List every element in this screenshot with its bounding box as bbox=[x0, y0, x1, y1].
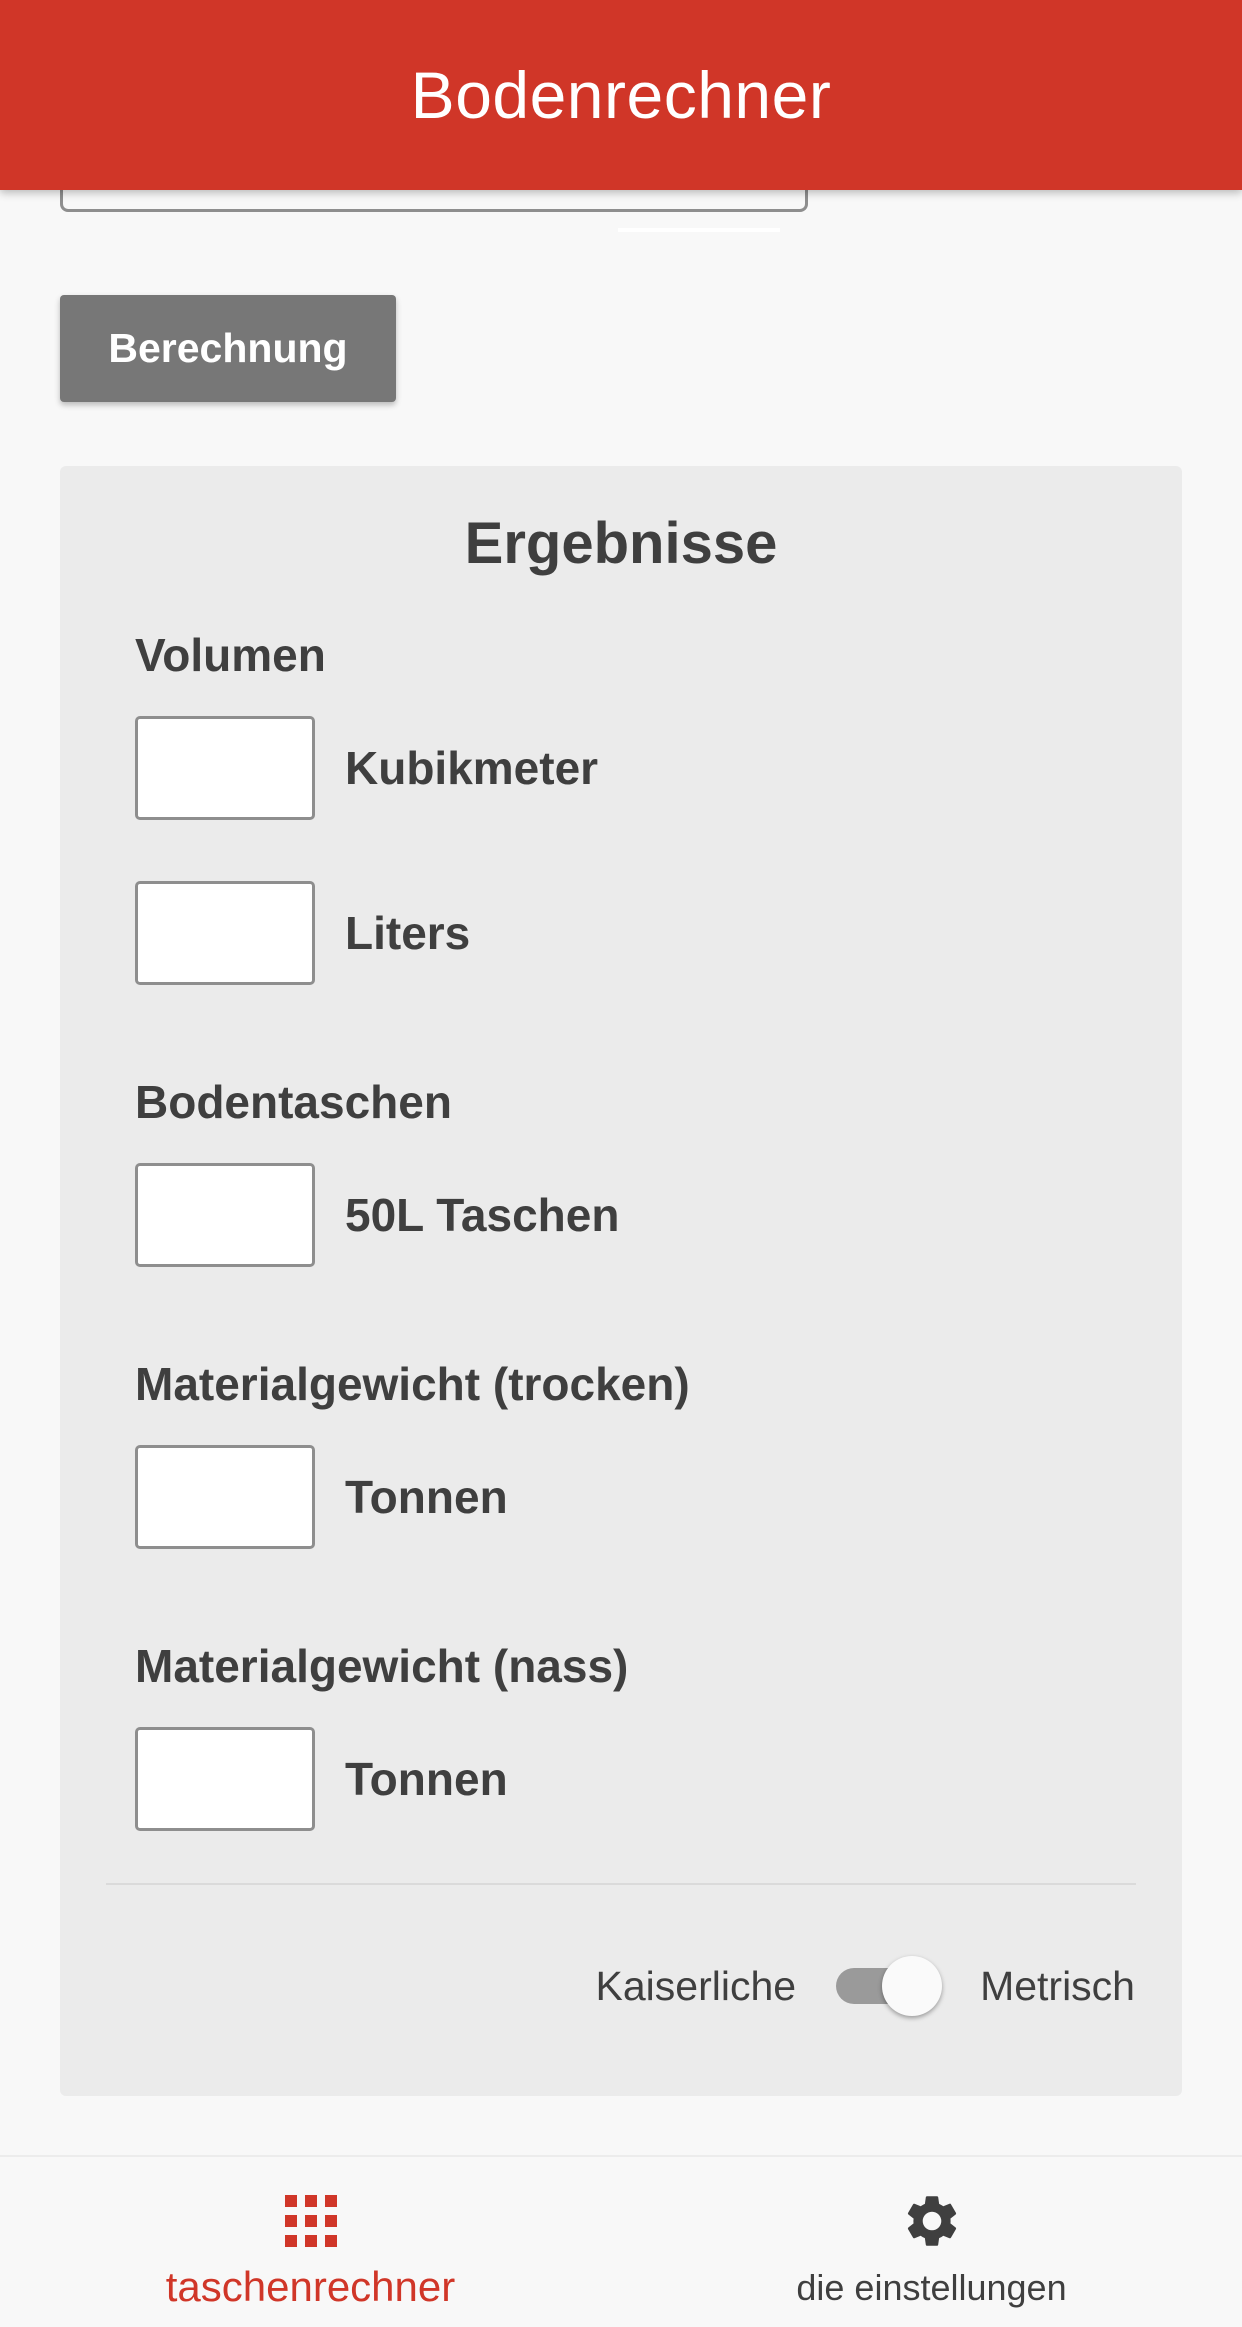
results-title: Ergebnisse bbox=[464, 511, 778, 576]
cubic-meters-output bbox=[135, 716, 315, 820]
result-row-weight-dry: Tonnen bbox=[135, 1445, 508, 1549]
result-row-weight-wet: Tonnen bbox=[135, 1727, 508, 1831]
nav-label-settings: die einstellungen bbox=[796, 2267, 1067, 2308]
result-row-bags: 50L Taschen bbox=[135, 1163, 619, 1267]
volume-label: Volumen bbox=[135, 629, 326, 681]
results-card: Ergebnisse Volumen Kubikmeter Liters Bod… bbox=[60, 466, 1182, 2096]
weight-wet-output bbox=[135, 1727, 315, 1831]
liters-output bbox=[135, 881, 315, 985]
weight-dry-unit: Tonnen bbox=[345, 1471, 508, 1523]
result-row-cubic-meters: Kubikmeter bbox=[135, 716, 598, 820]
weight-wet-unit: Tonnen bbox=[345, 1753, 508, 1805]
switch-thumb[interactable] bbox=[882, 1956, 943, 2016]
cubic-meters-unit: Kubikmeter bbox=[345, 742, 599, 794]
liters-unit: Liters bbox=[345, 907, 471, 959]
grid-icon bbox=[279, 2189, 343, 2253]
gear-icon bbox=[900, 2189, 964, 2253]
result-row-liters: Liters bbox=[135, 881, 470, 985]
weight-dry-output bbox=[135, 1445, 315, 1549]
app-bar: Bodenrechner bbox=[0, 0, 1242, 190]
input-underline bbox=[618, 228, 780, 232]
bags-output bbox=[135, 1163, 315, 1267]
bottom-nav: taschenrechner die einstellungen bbox=[0, 2155, 1242, 2327]
page-title: Bodenrechner bbox=[410, 58, 832, 132]
nav-item-settings[interactable]: die einstellungen bbox=[621, 2157, 1242, 2327]
weight-dry-label: Materialgewicht (trocken) bbox=[135, 1358, 690, 1410]
unit-toggle: Kaiserliche Metrisch bbox=[596, 1946, 1135, 2026]
divider bbox=[106, 1883, 1136, 1885]
calculate-button[interactable]: Berechnung bbox=[60, 295, 396, 402]
unit-switch[interactable] bbox=[836, 1956, 946, 2016]
nav-label-calculator: taschenrechner bbox=[165, 2263, 456, 2310]
weight-wet-label: Materialgewicht (nass) bbox=[135, 1640, 629, 1692]
bags-unit: 50L Taschen bbox=[345, 1189, 620, 1241]
bags-label: Bodentaschen bbox=[135, 1076, 452, 1128]
nav-item-calculator[interactable]: taschenrechner bbox=[0, 2157, 621, 2327]
metric-label: Metrisch bbox=[980, 1962, 1135, 2009]
imperial-label: Kaiserliche bbox=[595, 1962, 797, 2009]
